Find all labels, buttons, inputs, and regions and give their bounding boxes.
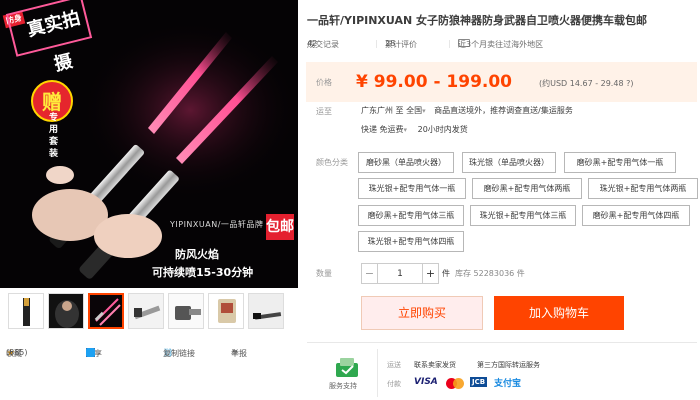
shipping-destination: 广东广州 至 全国▾ 商品直送境外，推荐调查直送/集运服务 <box>361 105 573 116</box>
price-value: ¥ 99.00 - 199.00 <box>356 72 513 92</box>
stock-info: 库存 52283036 件 <box>455 269 525 278</box>
express-fee: 快递 免运费 <box>361 125 404 134</box>
service-label: 服务支持 <box>329 382 357 390</box>
overseas-text: 近3个月卖往过海外地区 <box>458 40 544 49</box>
sku-option[interactable]: 磨砂黑+配专用气体三瓶 <box>358 205 464 226</box>
sku-option[interactable]: 珠光银+配专用气体四瓶 <box>358 231 464 252</box>
express-time: 20小时内发货 <box>417 125 468 134</box>
quantity-plus-button[interactable]: + <box>422 264 438 283</box>
add-to-cart-button[interactable]: 加入购物车 <box>494 296 624 330</box>
sku-option[interactable]: 珠光银（单品喷火器） <box>462 152 556 173</box>
mastercard-icon <box>446 378 466 389</box>
alipay-icon: 支付宝 <box>494 379 522 389</box>
thumbnail[interactable] <box>48 293 84 329</box>
visa-icon: VISA <box>414 377 438 387</box>
payment-label: 付款 <box>387 380 401 388</box>
sku-option[interactable]: 磨砂黑+配专用气体一瓶 <box>564 152 676 173</box>
quantity-minus-button[interactable]: − <box>362 264 378 283</box>
thumbnail-strip <box>8 293 298 331</box>
chevron-down-icon: ▾ <box>422 107 426 115</box>
shipping-to: 全国 <box>406 106 423 115</box>
color-label: 颜色分类 <box>316 158 348 167</box>
caption-flame: 防风火焰 <box>175 248 219 261</box>
sku-option[interactable]: 珠光银+配专用气体三瓶 <box>470 205 576 226</box>
product-title: 一品轩/YIPINXUAN 女子防狼神器防身武器自卫喷火器便携车载包邮 <box>307 14 648 27</box>
divider: | <box>375 39 378 48</box>
gift-description: 专用套装 <box>49 113 59 159</box>
shipping-label: 运至 <box>316 107 332 116</box>
sku-option[interactable]: 磨砂黑+配专用气体两瓶 <box>472 178 582 199</box>
buy-now-button[interactable]: 立即购买 <box>361 296 483 330</box>
twitter-icon[interactable] <box>86 348 95 357</box>
sku-option[interactable]: 磨砂黑+配专用气体四瓶 <box>582 205 690 226</box>
reviews-value: 28 <box>385 39 396 48</box>
quantity-label: 数量 <box>316 269 332 278</box>
thumbnail[interactable] <box>88 293 124 329</box>
thumbnail[interactable] <box>248 293 284 329</box>
delivery-label: 运送 <box>387 361 401 369</box>
favorite-count: (885) <box>6 348 28 357</box>
deals-value: 42 <box>307 39 318 48</box>
gallery-action-bar: ★ 收藏(885) 分享 f ⛓ 复制链接 ⚑ 举报 <box>6 348 298 362</box>
sku-option[interactable]: 磨砂黑（单品喷火器） <box>358 152 454 173</box>
quantity-input[interactable] <box>379 264 421 283</box>
thumbnail[interactable] <box>168 293 204 329</box>
service-item[interactable]: 第三方国际转运服务 <box>477 360 540 370</box>
quantity-stepper: − + <box>361 263 439 284</box>
sku-option[interactable]: 珠光银+配专用气体两瓶 <box>588 178 698 199</box>
shipping-note: 商品直送境外，推荐调查直送/集运服务 <box>434 106 573 115</box>
copy-link-label: 复制链接 <box>163 349 195 358</box>
express-info: 快递 免运费▾ 20小时内发货 <box>361 124 468 135</box>
free-shipping-badge: 包邮 <box>266 214 294 240</box>
main-product-image[interactable]: 防身 真实拍摄 赠 专用套装 YIPINXUAN/一品轩品牌 防风火焰 可持续喷… <box>0 0 298 288</box>
service-icon <box>336 358 358 377</box>
product-stats: 成交记录 42 | 累计评价 28 | 近3个月卖往过海外地区 <box>307 39 697 51</box>
brand-watermark: YIPINXUAN/一品轩品牌 <box>170 220 264 229</box>
report-label: 举报 <box>231 349 247 358</box>
price-panel: 价格 ¥ 99.00 - 199.00 (约USD 14.67 - 29.48 … <box>306 62 697 102</box>
thumbnail[interactable] <box>8 293 44 329</box>
shipping-to-select[interactable]: 全国▾ <box>406 106 426 115</box>
divider <box>377 349 378 397</box>
caption-spray: 可持续喷15-30分钟 <box>152 266 254 279</box>
price-usd: (约USD 14.67 - 29.48 ?) <box>539 79 634 88</box>
thumbnail[interactable] <box>128 293 164 329</box>
shipping-from: 广东广州 至 <box>361 106 404 115</box>
thumbnail[interactable] <box>208 293 244 329</box>
divider: | <box>448 39 451 48</box>
price-label: 价格 <box>316 78 332 87</box>
chevron-down-icon[interactable]: ▾ <box>404 126 408 134</box>
sku-option[interactable]: 珠光银+配专用气体一瓶 <box>358 178 466 199</box>
jcb-icon: JCB <box>470 377 488 387</box>
service-panel: 服务支持 运送 联系卖家发货 第三方国际转运服务 付款 VISA JCB 支付宝 <box>307 342 697 400</box>
quantity-unit: 件 <box>442 269 450 278</box>
service-item[interactable]: 联系卖家发货 <box>414 360 456 370</box>
